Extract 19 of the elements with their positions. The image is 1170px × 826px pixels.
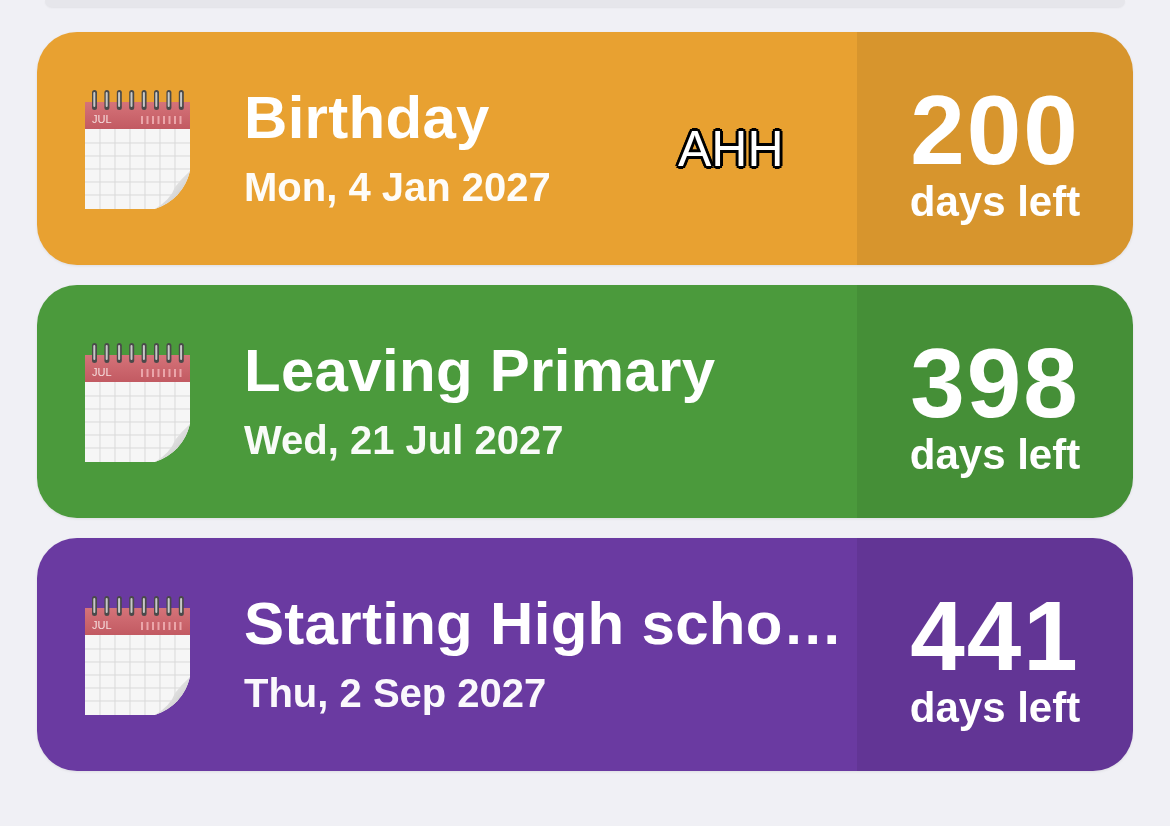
event-title: Birthday — [244, 84, 491, 151]
days-count: 441 — [910, 587, 1080, 684]
calendar-month-label: JUL — [92, 618, 112, 631]
days-count: 200 — [910, 81, 1080, 178]
days-left-label: days left — [909, 683, 1081, 732]
calendar-month-label: JUL — [92, 365, 112, 378]
event-date: Wed, 21 Jul 2027 — [244, 417, 565, 462]
event-title: Leaving Primary — [244, 337, 716, 404]
days-left-label: days left — [909, 430, 1081, 479]
sticker-text: AHH — [678, 122, 784, 176]
days-left-label: days left — [909, 177, 1081, 226]
calendar-month-label: JUL — [92, 112, 112, 125]
event-date: Mon, 4 Jan 2027 — [244, 164, 551, 209]
days-count: 398 — [910, 334, 1080, 431]
event-date: Thu, 2 Sep 2027 — [244, 670, 548, 715]
event-title: Starting High scho… — [244, 590, 844, 657]
event-card[interactable]: JUL Leaving Primary Wed, 21 Jul 2027 398 days left — [37, 285, 1133, 518]
event-card[interactable]: JUL Starting High scho… Thu, 2 Sep 2027 441 days left — [37, 538, 1133, 771]
event-card[interactable]: JUL Birthday Mon, 4 Jan 2027 AHH 200 days left — [37, 32, 1133, 265]
